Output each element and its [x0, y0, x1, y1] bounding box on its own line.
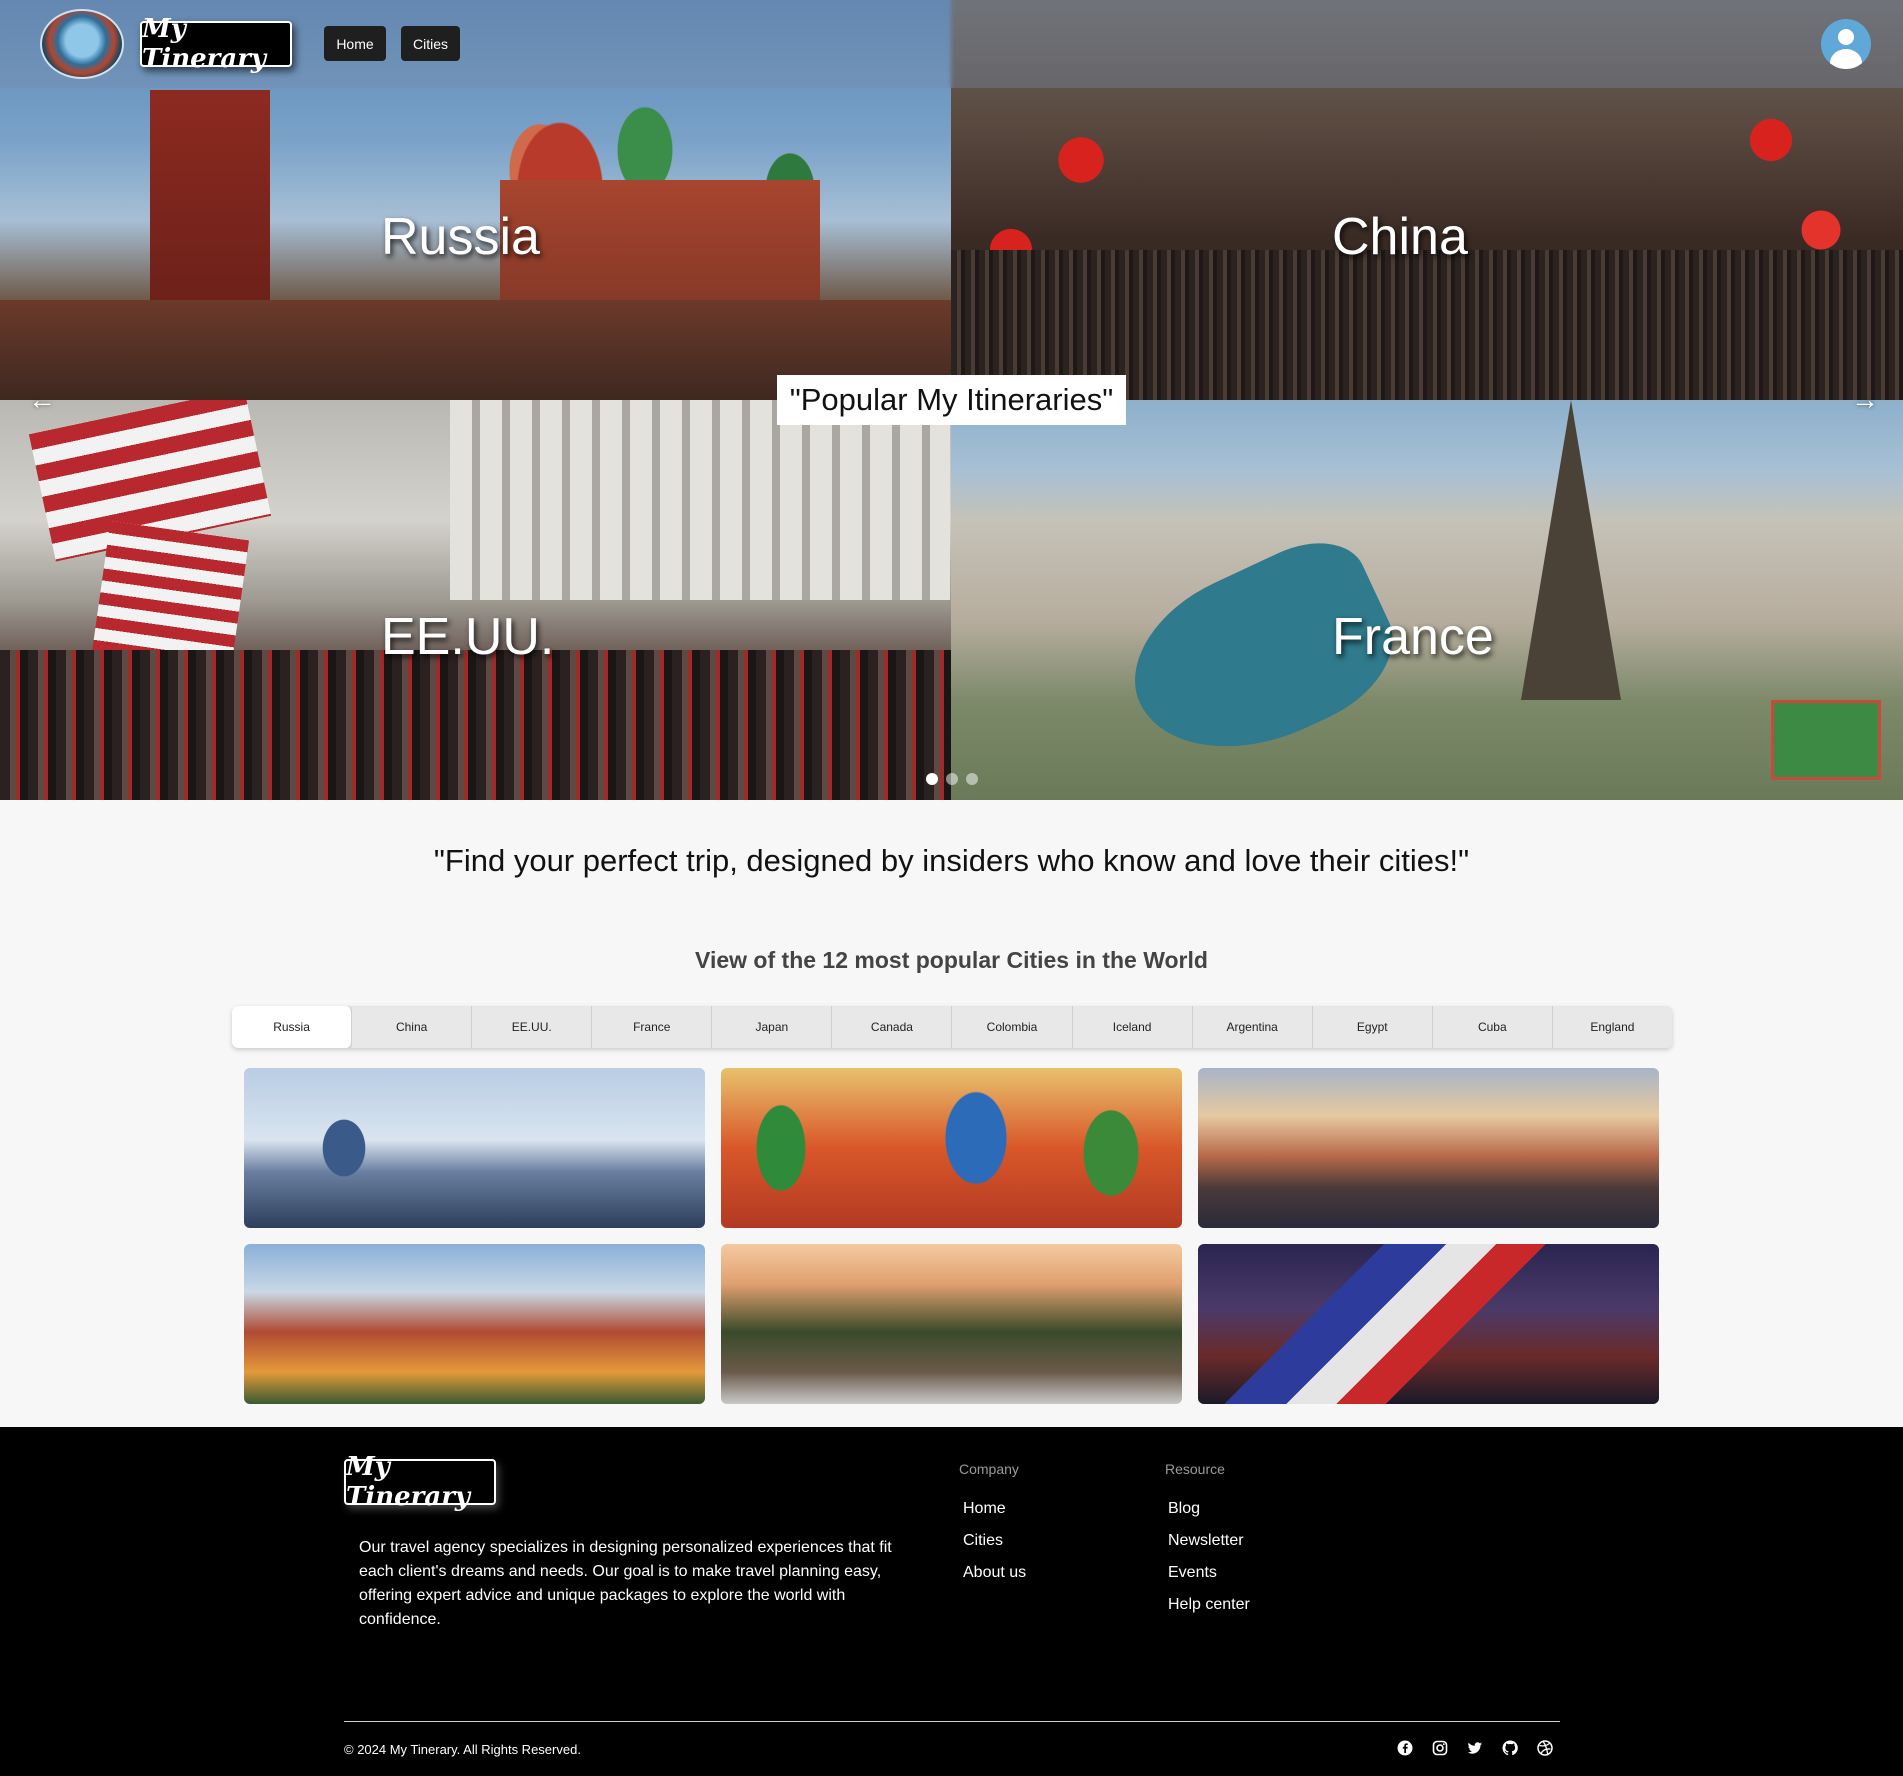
tab-china[interactable]: China: [352, 1006, 473, 1048]
carousel-dot[interactable]: [966, 773, 978, 785]
section-title: View of the 12 most popular Cities in th…: [695, 947, 1208, 973]
city-image-card[interactable]: [244, 1244, 705, 1404]
tile-art: [1521, 400, 1621, 700]
tile-art: [0, 650, 951, 800]
dribbble-icon[interactable]: [1536, 1739, 1554, 1757]
hero-carousel: Russia China EE.UU. France "Popular My I…: [0, 0, 1903, 800]
footer-brand-logo[interactable]: My Tinerary: [344, 1452, 496, 1512]
tile-art: [450, 400, 950, 600]
nav-home-button[interactable]: Home: [324, 26, 386, 61]
tab-japan[interactable]: Japan: [712, 1006, 833, 1048]
twitter-icon[interactable]: [1466, 1739, 1484, 1757]
footer-link-about[interactable]: About us: [963, 1563, 1026, 1595]
github-icon[interactable]: [1501, 1739, 1519, 1757]
hero-tile-label: China: [1332, 208, 1468, 266]
top-navbar: My Tinerary Home Cities: [0, 0, 1903, 88]
footer-resource-title: Resource: [1165, 1461, 1225, 1477]
user-circle-icon[interactable]: [1821, 19, 1871, 69]
hero-tile-label: EE.UU.: [381, 608, 555, 666]
tab-cuba[interactable]: Cuba: [1432, 1006, 1553, 1048]
footer-description: Our travel agency specializes in designi…: [359, 1539, 892, 1628]
nav-cities-button[interactable]: Cities: [401, 26, 460, 61]
carousel-dot[interactable]: [926, 773, 938, 785]
facebook-icon[interactable]: [1396, 1739, 1414, 1757]
carousel-indicators: [926, 773, 978, 785]
country-tabs: Russia China EE.UU. France Japan Canada …: [232, 1006, 1672, 1048]
page: Russia China EE.UU. France "Popular My I…: [0, 0, 1903, 1776]
tab-egypt[interactable]: Egypt: [1312, 1006, 1433, 1048]
city-image-card[interactable]: [721, 1244, 1182, 1404]
tab-canada[interactable]: Canada: [832, 1006, 953, 1048]
arrow-right-icon[interactable]: →: [1851, 384, 1879, 416]
city-image-card[interactable]: [1198, 1068, 1659, 1228]
tab-iceland[interactable]: Iceland: [1072, 1006, 1193, 1048]
hero-tile-label: Russia: [381, 208, 540, 266]
footer-link-home[interactable]: Home: [963, 1499, 1026, 1531]
tab-france[interactable]: France: [592, 1006, 713, 1048]
arrow-left-icon[interactable]: ←: [28, 384, 56, 416]
tab-colombia[interactable]: Colombia: [952, 1006, 1073, 1048]
instagram-icon[interactable]: [1431, 1739, 1449, 1757]
city-image-card[interactable]: [721, 1068, 1182, 1228]
tab-russia[interactable]: Russia: [232, 1006, 353, 1048]
city-image-card[interactable]: [1198, 1244, 1659, 1404]
hero-tile-usa[interactable]: EE.UU.: [0, 400, 951, 800]
footer-resource-links: Blog Newsletter Events Help center: [1168, 1499, 1250, 1627]
footer-link-cities[interactable]: Cities: [963, 1531, 1026, 1563]
carousel-dot[interactable]: [946, 773, 958, 785]
hero-tile-france[interactable]: France: [951, 400, 1903, 800]
brand-logo[interactable]: My Tinerary: [140, 14, 292, 74]
avatar-head: [1838, 29, 1854, 45]
page-tagline: "Find your perfect trip, designed by ins…: [433, 843, 1470, 878]
footer-company-links: Home Cities About us: [963, 1499, 1026, 1595]
footer-link-help-center[interactable]: Help center: [1168, 1595, 1250, 1627]
footer-divider: [344, 1721, 1560, 1722]
site-footer: My Tinerary Our travel agency specialize…: [0, 1427, 1903, 1776]
city-image-card[interactable]: [244, 1068, 705, 1228]
tab-argentina[interactable]: Argentina: [1192, 1006, 1313, 1048]
tab-eeuu[interactable]: EE.UU.: [472, 1006, 593, 1048]
footer-social-links: [1396, 1739, 1554, 1757]
carousel-caption: "Popular My Itineraries": [777, 375, 1126, 425]
tile-art: [1771, 700, 1881, 780]
logo-image[interactable]: [40, 9, 124, 79]
footer-link-newsletter[interactable]: Newsletter: [1168, 1531, 1250, 1563]
footer-link-events[interactable]: Events: [1168, 1563, 1250, 1595]
footer-company-title: Company: [959, 1461, 1019, 1477]
city-image-grid: [244, 1068, 1660, 1404]
footer-copyright: © 2024 My Tinerary. All Rights Reserved.: [344, 1742, 581, 1757]
tab-england[interactable]: England: [1552, 1006, 1672, 1048]
avatar-body: [1830, 49, 1862, 69]
footer-link-blog[interactable]: Blog: [1168, 1499, 1250, 1531]
hero-tile-label: France: [1332, 608, 1494, 666]
